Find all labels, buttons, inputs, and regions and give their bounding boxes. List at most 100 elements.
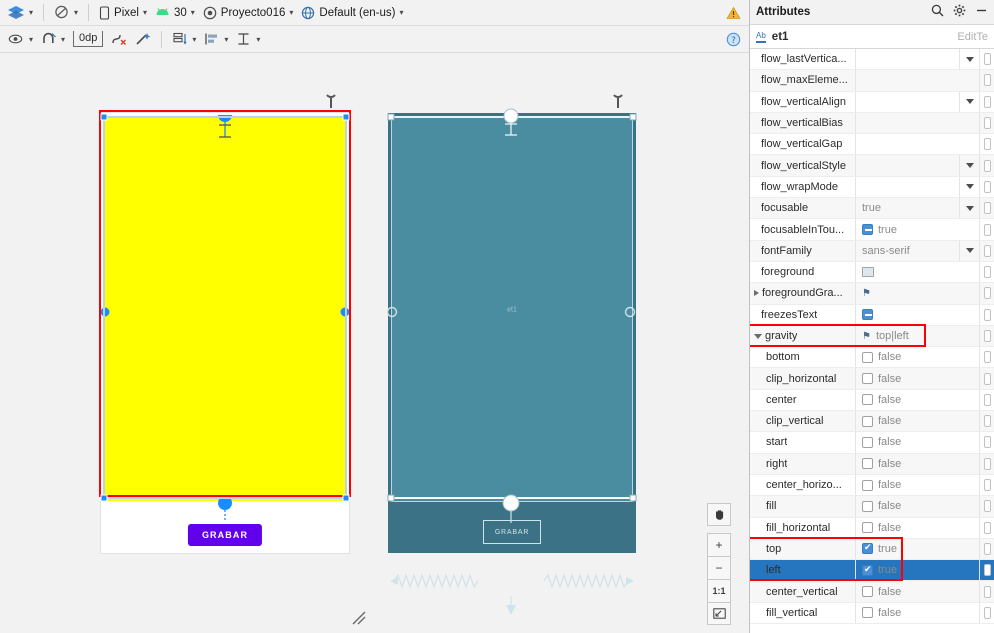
attribute-value-cell[interactable] — [855, 91, 959, 112]
attribute-value-cell[interactable] — [855, 176, 959, 198]
attribute-value-cell[interactable]: false — [855, 389, 959, 411]
actual-size-button[interactable]: 1:1 — [707, 579, 731, 602]
attribute-value-cell[interactable]: false — [855, 411, 959, 432]
resource-picker-button[interactable] — [979, 304, 994, 325]
attribute-row[interactable]: foreground — [750, 261, 994, 284]
resource-picker-button[interactable] — [979, 517, 994, 538]
attribute-row[interactable]: bottom false — [750, 347, 994, 369]
minimize-icon[interactable] — [975, 4, 988, 20]
attribute-value-cell[interactable]: false — [855, 368, 959, 389]
fit-to-screen-button[interactable] — [707, 602, 731, 625]
zoom-controls[interactable]: + − 1:1 — [706, 503, 732, 625]
edittext-widget-blueprint[interactable]: et1 — [391, 117, 633, 502]
attribute-value-cell[interactable] — [855, 261, 959, 283]
theme-selector[interactable]: Proyecto016 ▾ — [199, 3, 298, 23]
autoconnect-button[interactable]: ▾ — [37, 29, 69, 49]
resource-picker-button[interactable] — [979, 112, 994, 134]
dropdown-toggle[interactable] — [959, 91, 979, 112]
attributes-list[interactable]: flow_lastVertica... flow_maxEleme... flow_… — [750, 49, 994, 633]
attribute-value-cell[interactable] — [855, 304, 959, 325]
attribute-value-cell[interactable]: false — [855, 581, 959, 602]
checkbox[interactable] — [862, 522, 873, 534]
checkbox[interactable] — [862, 373, 873, 385]
align-button[interactable]: ▾ — [200, 29, 232, 49]
resource-picker-button[interactable] — [979, 581, 994, 602]
attribute-value-cell[interactable]: false — [855, 432, 959, 453]
attribute-row[interactable]: flow_maxEleme... — [750, 70, 994, 92]
resource-picker-button[interactable] — [979, 368, 994, 389]
default-margin-button[interactable]: 0dp — [69, 29, 107, 49]
resource-picker-button[interactable] — [979, 453, 994, 474]
attribute-row[interactable]: gravity ⚑ top|left — [750, 325, 994, 348]
attribute-value-cell[interactable]: false — [855, 517, 959, 538]
resource-picker-button[interactable] — [979, 49, 994, 70]
attribute-row[interactable]: start false — [750, 432, 994, 454]
attribute-row[interactable]: freezesText — [750, 304, 994, 326]
attribute-row[interactable]: left true — [750, 560, 994, 582]
edittext-widget-design[interactable] — [105, 118, 345, 501]
resource-picker-button[interactable] — [979, 538, 994, 560]
infer-constraints-button[interactable] — [131, 29, 155, 49]
attribute-value-cell[interactable] — [855, 155, 959, 176]
attribute-value-cell[interactable]: true — [855, 219, 959, 240]
resize-grip-icon[interactable] — [350, 609, 368, 627]
attribute-value-cell[interactable]: false — [855, 347, 959, 368]
search-icon[interactable] — [931, 4, 944, 20]
attribute-value-cell[interactable]: ⚑ — [855, 283, 959, 304]
resource-picker-button[interactable] — [979, 432, 994, 453]
attribute-row[interactable]: flow_lastVertica... — [750, 49, 994, 71]
resource-picker-button[interactable] — [979, 560, 994, 581]
attribute-value-cell[interactable]: false — [855, 602, 959, 624]
resource-picker-button[interactable] — [979, 283, 994, 304]
clear-constraints-button[interactable] — [107, 29, 131, 49]
checkbox[interactable] — [862, 564, 873, 576]
help-button[interactable]: ? — [722, 29, 745, 49]
attribute-row[interactable]: fill_vertical false — [750, 602, 994, 625]
theme-toggle-button[interactable]: ▾ — [50, 3, 82, 23]
resource-picker-button[interactable] — [979, 240, 994, 261]
attribute-value-cell[interactable] — [855, 70, 959, 91]
checkbox[interactable] — [862, 224, 873, 236]
attribute-row[interactable]: fill_horizontal false — [750, 517, 994, 539]
locale-selector[interactable]: Default (en-us) ▾ — [297, 3, 407, 23]
dropdown-toggle[interactable] — [959, 240, 979, 261]
resource-picker-button[interactable] — [979, 198, 994, 219]
attribute-row[interactable]: center_vertical false — [750, 581, 994, 603]
dropdown-toggle[interactable] — [959, 155, 979, 176]
attribute-value-cell[interactable]: false — [855, 453, 959, 474]
checkbox[interactable] — [862, 309, 873, 321]
resource-picker-button[interactable] — [979, 91, 994, 112]
gear-icon[interactable] — [953, 4, 966, 20]
attribute-row[interactable]: top true — [750, 538, 994, 561]
checkbox[interactable] — [862, 415, 873, 427]
resource-picker-button[interactable] — [979, 496, 994, 517]
resource-picker-button[interactable] — [979, 134, 994, 155]
attribute-value-cell[interactable]: sans-serif — [855, 240, 959, 261]
checkbox[interactable] — [862, 586, 873, 598]
checkbox[interactable] — [862, 607, 873, 619]
attribute-row[interactable]: foregroundGra... ⚑ — [750, 283, 994, 305]
pan-button[interactable] — [707, 503, 731, 526]
resource-picker-button[interactable] — [979, 474, 994, 496]
device-preview-design[interactable]: GRABAR — [101, 113, 349, 553]
dropdown-toggle[interactable] — [959, 49, 979, 70]
attribute-row[interactable]: clip_horizontal false — [750, 368, 994, 390]
resource-picker-button[interactable] — [979, 219, 994, 240]
device-preview-blueprint[interactable]: et1 GRABAR — [388, 113, 636, 553]
checkbox[interactable] — [862, 394, 873, 406]
guidelines-button[interactable]: ▾ — [232, 29, 264, 49]
grabar-button-design[interactable]: GRABAR — [187, 524, 263, 546]
warning-button[interactable] — [722, 3, 745, 23]
checkbox[interactable] — [862, 542, 873, 555]
zoom-in-button[interactable]: + — [707, 533, 731, 556]
attribute-value-cell[interactable]: ⚑ top|left — [855, 325, 959, 347]
attribute-row[interactable]: flow_verticalStyle — [750, 155, 994, 177]
attribute-value-cell[interactable]: true — [855, 198, 959, 219]
attribute-row[interactable]: right false — [750, 453, 994, 475]
zoom-out-button[interactable]: − — [707, 556, 731, 579]
attribute-row[interactable]: fill false — [750, 496, 994, 518]
attribute-row[interactable]: flow_verticalBias — [750, 112, 994, 135]
checkbox[interactable] — [862, 351, 873, 363]
resource-picker-button[interactable] — [979, 70, 994, 91]
attribute-row[interactable]: center_horizo... false — [750, 474, 994, 497]
